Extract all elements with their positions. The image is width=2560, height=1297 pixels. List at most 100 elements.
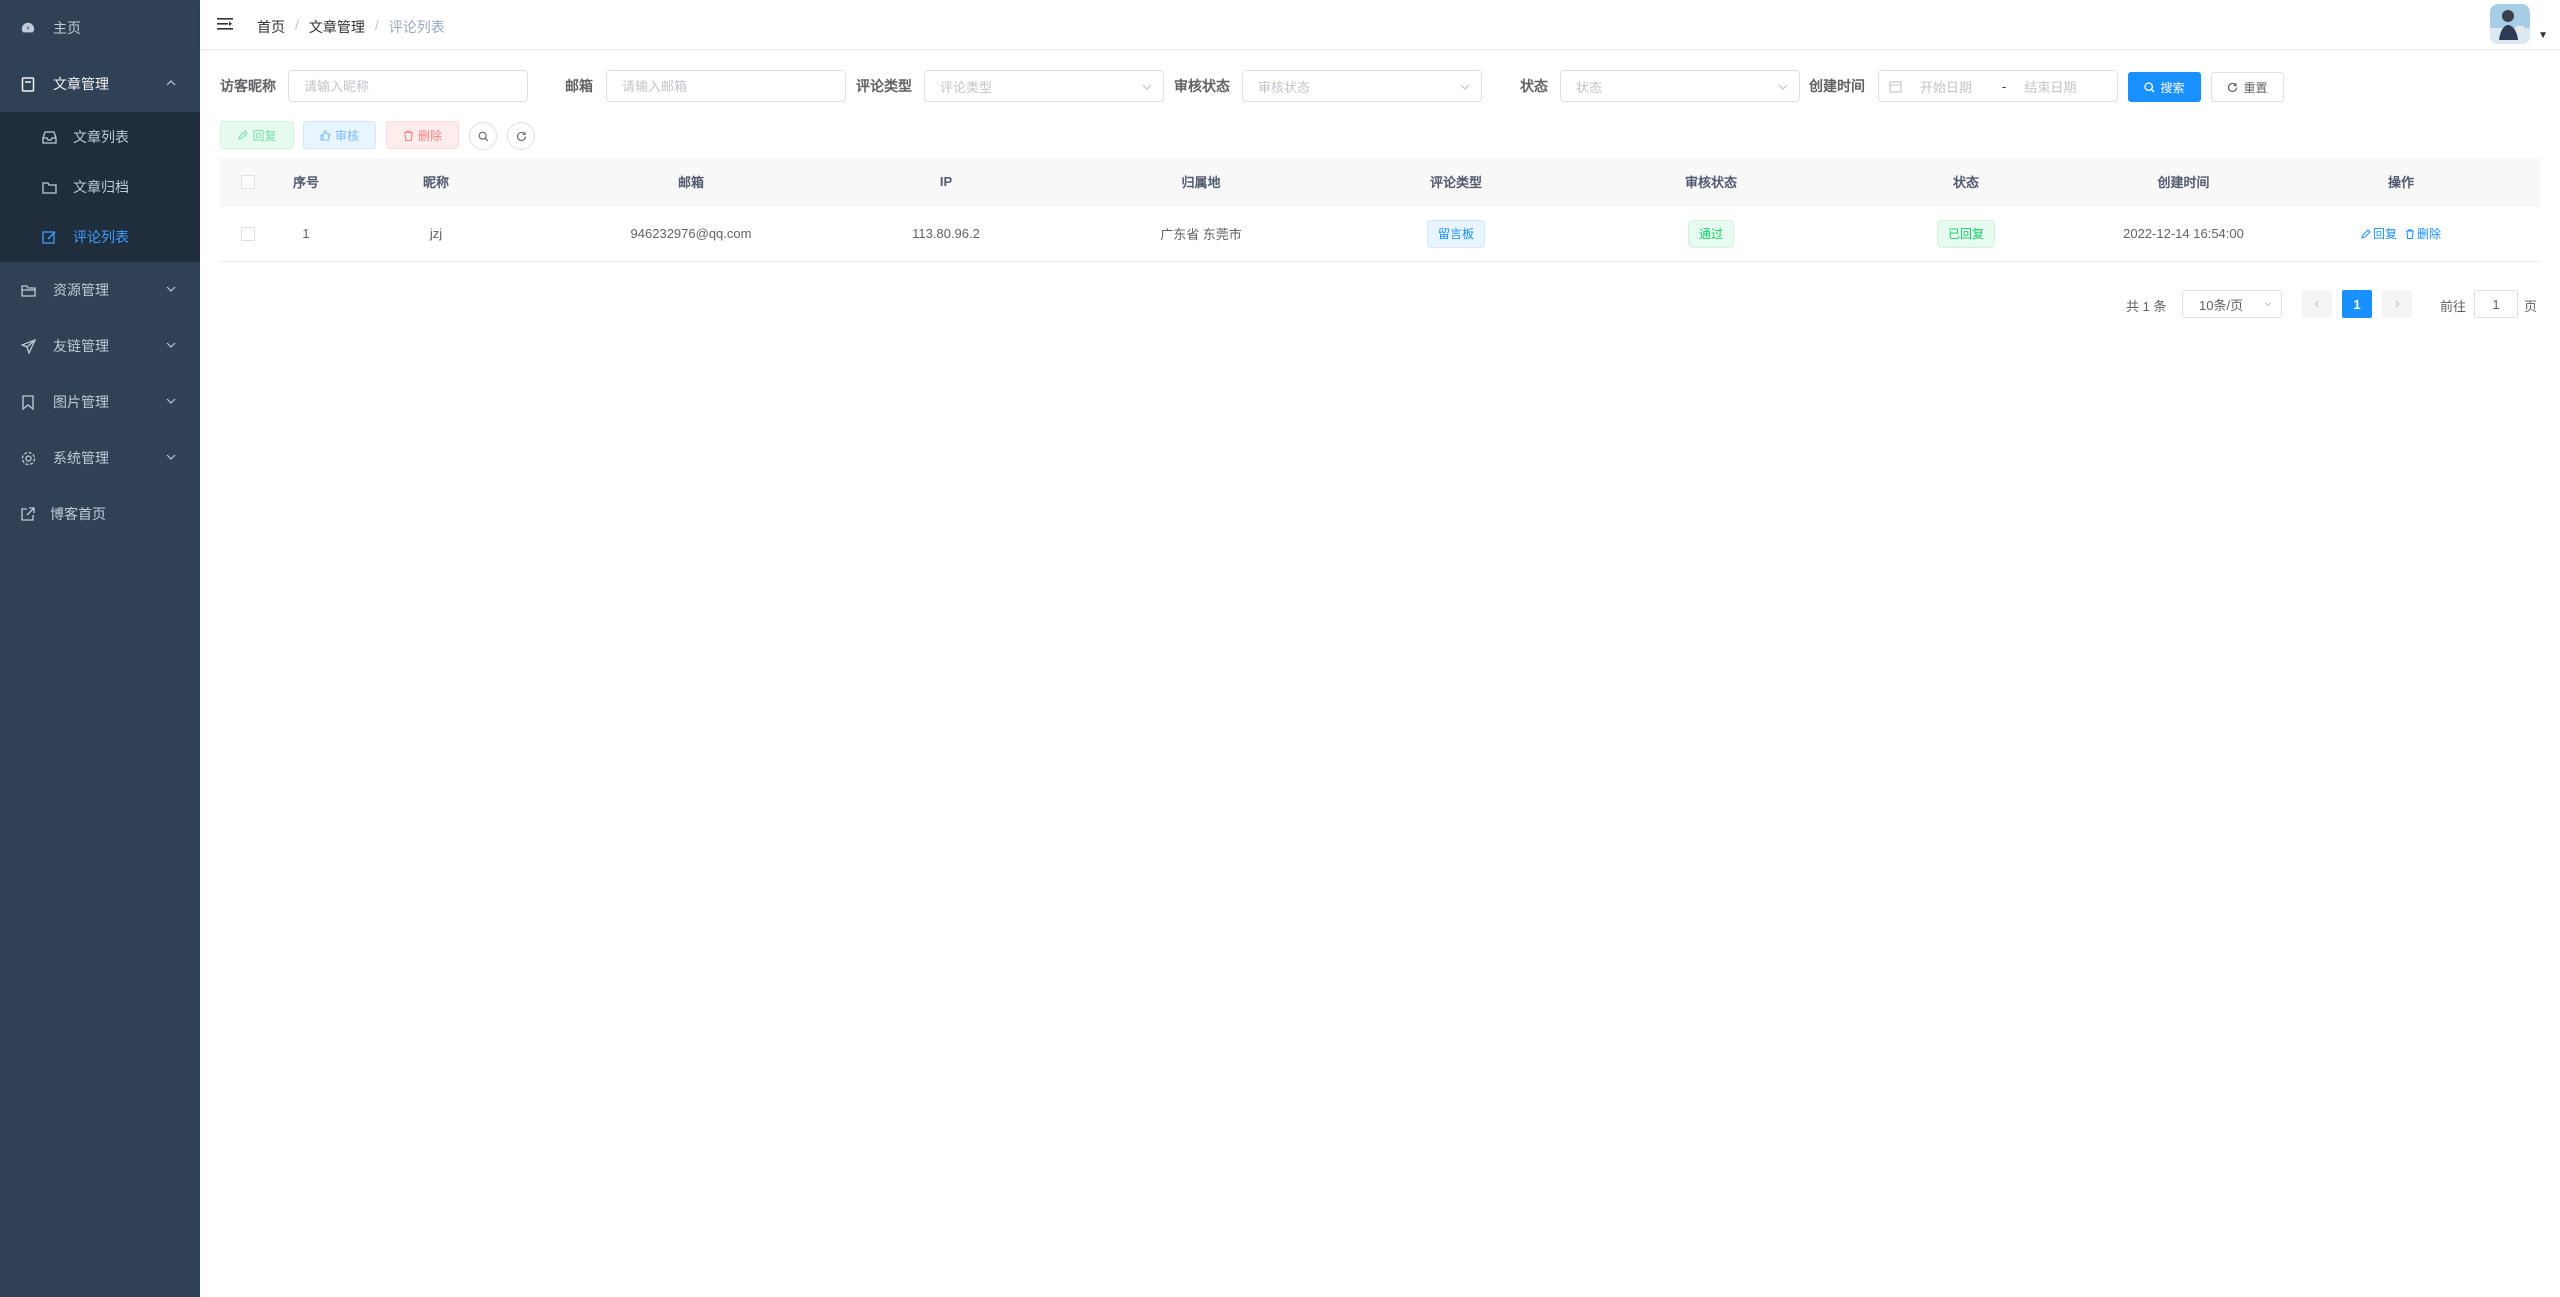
range-separator: - <box>2002 78 2007 94</box>
email-label: 邮箱 <box>565 78 593 94</box>
audit-tag: 通过 <box>1687 219 1734 248</box>
end-date-placeholder[interactable]: 结束日期 <box>2024 77 2076 96</box>
edit-icon <box>238 129 249 140</box>
cell-created: 2022-12-14 16:54:00 <box>2123 226 2244 241</box>
column-header: 状态 <box>1952 175 1979 190</box>
next-page-button[interactable] <box>2382 290 2412 318</box>
cell-location: 广东省 东莞市 <box>1160 227 1242 242</box>
edit-icon <box>41 229 57 245</box>
cell-status: 已回复 <box>1866 206 2066 261</box>
page-button-current[interactable]: 1 <box>2342 290 2372 318</box>
sidebar-item-home[interactable]: 主页 <box>0 0 200 56</box>
sidebar: 主页 文章管理 文章列表 文章归档 评论列表 资源管理 友链管理 图片管理 系统… <box>0 0 200 1297</box>
cell-type: 留言板 <box>1356 206 1556 261</box>
sidebar-item-label: 文章列表 <box>73 129 129 145</box>
avatar[interactable] <box>2490 4 2530 44</box>
audit-status-select[interactable]: 审核状态 <box>1242 70 1482 102</box>
prev-page-button[interactable] <box>2302 290 2332 318</box>
table-row[interactable]: 1 jzj 946232976@qq.com 113.80.96.2 广东省 东… <box>220 206 2540 262</box>
goto-page-input[interactable]: 1 <box>2474 290 2518 318</box>
chevron-down-icon <box>1460 84 1470 90</box>
chevron-down-icon <box>166 454 176 460</box>
trash-icon <box>2406 229 2414 239</box>
reply-button[interactable]: 回复 <box>220 121 294 149</box>
start-date-placeholder[interactable]: 开始日期 <box>1920 77 1990 96</box>
delete-button[interactable]: 删除 <box>386 121 459 149</box>
email-input[interactable] <box>606 70 846 102</box>
email-field[interactable] <box>622 78 830 94</box>
column-header: 审核状态 <box>1684 175 1737 190</box>
goto-label: 前往 <box>2440 299 2467 314</box>
sidebar-item-blog-home[interactable]: 博客首页 <box>0 486 200 542</box>
calendar-icon <box>1889 80 1902 93</box>
row-delete-link[interactable]: 删除 <box>2405 225 2441 242</box>
refresh-icon <box>2228 82 2238 92</box>
search-button[interactable]: 搜索 <box>2128 72 2201 102</box>
sidebar-item-label: 友链管理 <box>53 338 109 354</box>
sidebar-item-image-mgmt[interactable]: 图片管理 <box>0 374 200 430</box>
date-range-picker[interactable]: 开始日期 - 结束日期 <box>1878 70 2118 102</box>
folder-icon <box>41 179 57 195</box>
trash-icon <box>403 129 413 141</box>
caret-down-icon[interactable]: ▼ <box>2538 30 2548 41</box>
chevron-down-icon <box>166 286 176 292</box>
comments-table: 序号 昵称 邮箱 IP 归属地 评论类型 审核状态 状态 创建时间 操作 1 j… <box>220 158 2540 262</box>
chevron-down-icon <box>2264 302 2272 307</box>
toggle-search-button[interactable] <box>469 122 497 150</box>
status-select[interactable]: 状态 <box>1560 70 1800 102</box>
sidebar-item-article-archive[interactable]: 文章归档 <box>0 162 200 212</box>
column-header: 评论类型 <box>1429 175 1482 190</box>
sidebar-item-article-list[interactable]: 文章列表 <box>0 112 200 162</box>
reply-button-label: 回复 <box>252 128 277 143</box>
select-all-checkbox[interactable] <box>241 174 255 189</box>
folder-open-icon <box>20 282 36 298</box>
comment-type-select[interactable]: 评论类型 <box>924 70 1164 102</box>
breadcrumb-article-mgmt[interactable]: 文章管理 <box>309 17 365 37</box>
nickname-label: 访客昵称 <box>220 78 276 94</box>
page-size-select[interactable]: 10条/页 <box>2182 290 2282 318</box>
reset-button[interactable]: 重置 <box>2211 72 2284 102</box>
chevron-right-icon <box>2395 300 2400 308</box>
chevron-down-icon <box>1142 84 1152 90</box>
breadcrumb-home[interactable]: 首页 <box>257 17 285 37</box>
sidebar-item-article-mgmt[interactable]: 文章管理 <box>0 56 200 112</box>
search-button-label: 搜索 <box>2160 80 2185 95</box>
hamburger-icon[interactable] <box>216 15 234 33</box>
column-header: 邮箱 <box>677 175 704 190</box>
search-icon <box>2144 81 2155 92</box>
comment-type-label: 评论类型 <box>856 78 912 94</box>
cell-ip: 113.80.96.2 <box>912 226 980 241</box>
nickname-field[interactable] <box>304 78 512 94</box>
book-icon <box>20 76 36 92</box>
sidebar-item-resource-mgmt[interactable]: 资源管理 <box>0 262 200 318</box>
cell-nickname: jzj <box>429 226 443 241</box>
sidebar-item-label: 主页 <box>53 20 81 36</box>
reset-button-label: 重置 <box>2243 80 2268 95</box>
breadcrumb: 首页 / 文章管理 / 评论列表 <box>257 17 445 37</box>
edit-icon <box>2361 228 2371 239</box>
status-placeholder: 状态 <box>1576 79 1603 95</box>
page-size-value: 10条/页 <box>2199 297 2244 313</box>
row-checkbox[interactable] <box>241 226 255 241</box>
nickname-input[interactable] <box>288 70 528 102</box>
breadcrumb-separator: / <box>295 17 299 33</box>
audit-button[interactable]: 审核 <box>303 121 376 149</box>
status-tag: 已回复 <box>1936 219 1995 248</box>
select-all-cell <box>220 158 276 205</box>
row-reply-link[interactable]: 回复 <box>2361 225 2397 242</box>
row-reply-label: 回复 <box>2372 227 2397 241</box>
sidebar-item-friend-links[interactable]: 友链管理 <box>0 318 200 374</box>
sidebar-item-label: 图片管理 <box>53 394 109 410</box>
gear-icon <box>20 450 36 466</box>
column-header: 归属地 <box>1181 175 1221 190</box>
thumb-up-icon <box>320 129 331 141</box>
audit-status-label: 审核状态 <box>1174 78 1230 94</box>
cell-email: 946232976@qq.com <box>630 226 752 241</box>
sidebar-item-system-mgmt[interactable]: 系统管理 <box>0 430 200 486</box>
sidebar-item-comment-list[interactable]: 评论列表 <box>0 212 200 262</box>
refresh-button[interactable] <box>507 122 535 150</box>
sidebar-item-label: 资源管理 <box>53 282 109 298</box>
cell-index: 1 <box>302 226 310 241</box>
chevron-up-icon <box>166 80 176 86</box>
sidebar-item-label: 文章管理 <box>53 76 109 92</box>
